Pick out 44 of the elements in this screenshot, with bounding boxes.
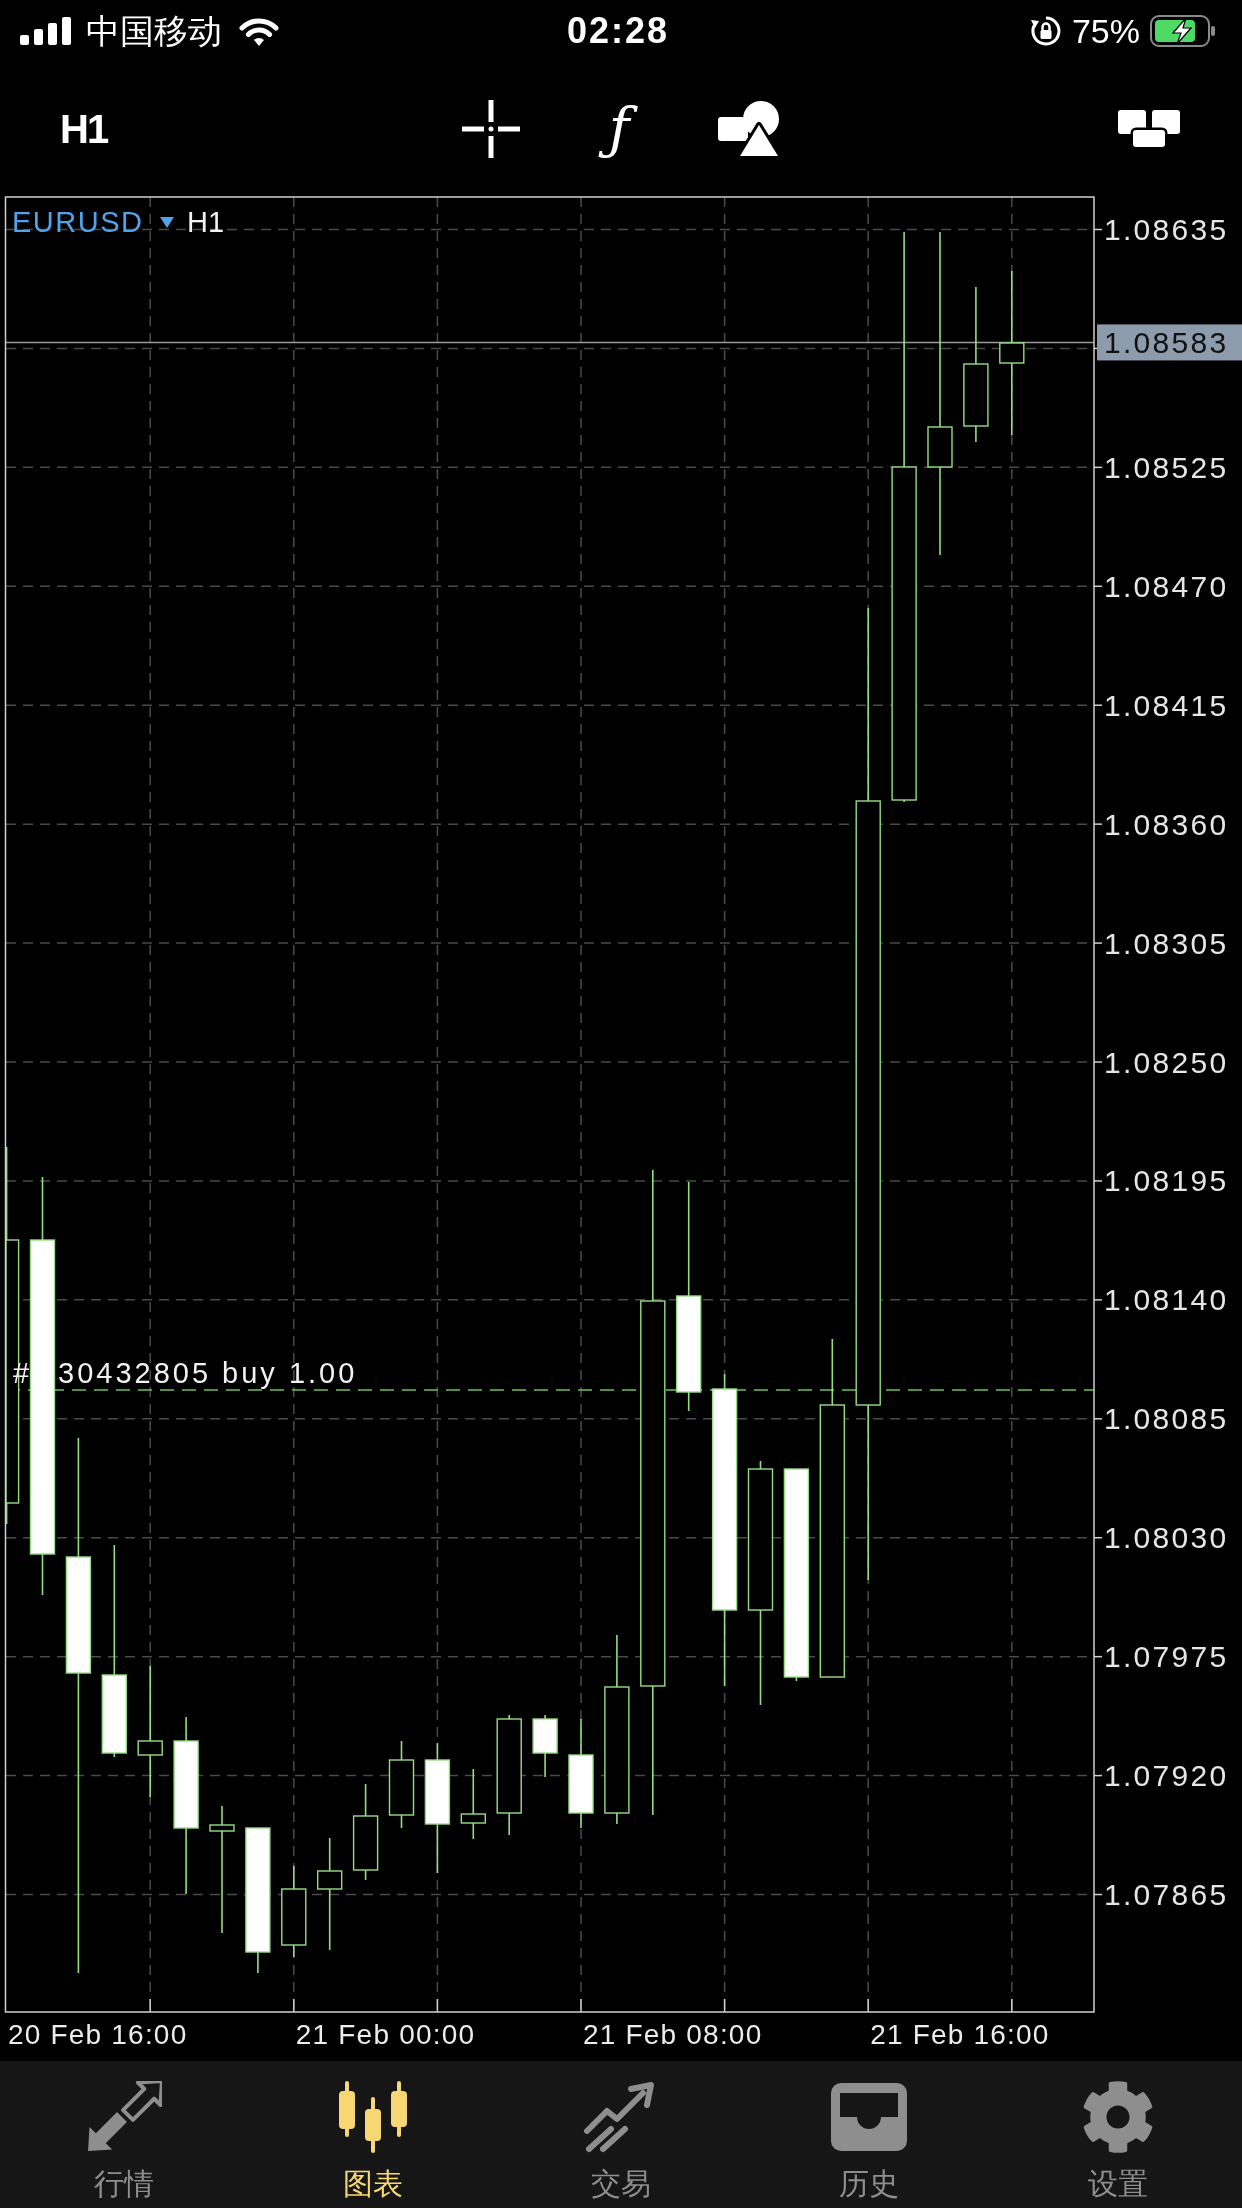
symbol-label[interactable]: EURUSD: [12, 206, 144, 238]
time-label: 21 Feb 16:00: [870, 2018, 1050, 2050]
candle: [460, 1768, 486, 1840]
price-label: 1.07975: [1104, 1640, 1229, 1674]
nav-tab[interactable]: 图表: [334, 2081, 411, 2201]
price-label: 1.08525: [1104, 450, 1229, 484]
price-label: 1.08415: [1104, 688, 1229, 722]
arrows-icon: [86, 2081, 163, 2153]
crosshair-icon[interactable]: [462, 99, 520, 158]
price-label: 1.08360: [1104, 807, 1229, 841]
price-label: 1.08250: [1104, 1045, 1229, 1079]
indicators-button[interactable]: ƒ: [597, 98, 641, 159]
wifi-icon: [237, 15, 281, 47]
price-label: 1.08635: [1104, 213, 1229, 246]
shapes-icon[interactable]: [718, 99, 780, 158]
time-label: 21 Feb 08:00: [583, 2018, 763, 2050]
nav-tab[interactable]: 交易: [583, 2081, 659, 2201]
signal-icon: [20, 17, 71, 45]
nav-tab[interactable]: 历史: [831, 2081, 908, 2201]
window-layout-icon[interactable]: [1118, 109, 1180, 148]
battery-charging-icon: [1150, 15, 1216, 47]
status-time: 02:28: [566, 11, 670, 51]
inbox-icon: [831, 2083, 908, 2151]
battery-percent: 75%: [1071, 11, 1140, 51]
time-label: 21 Feb 00:00: [295, 2018, 476, 2050]
price-label: 1.07865: [1104, 1878, 1229, 1911]
carrier-name: 中国移动: [86, 11, 222, 51]
nav-tab[interactable]: 设置: [1080, 2081, 1155, 2201]
price-label: 1.08085: [1104, 1402, 1229, 1436]
price-label: 1.07920: [1104, 1759, 1229, 1793]
price-label: 1.08305: [1104, 926, 1229, 960]
rotation-lock-icon: [1029, 15, 1062, 47]
price-label: 1.08195: [1104, 1164, 1229, 1198]
order-label: 30432805 buy 1.00: [58, 1357, 358, 1389]
price-label: 1.08030: [1104, 1521, 1229, 1555]
caret-icon[interactable]: [160, 217, 174, 228]
price-label: 1.08140: [1104, 1283, 1229, 1317]
timeframe-button[interactable]: H1: [60, 106, 108, 151]
candle: [532, 1714, 558, 1778]
price-label: 1.08470: [1104, 569, 1229, 603]
timeframe-label: H1: [187, 206, 225, 238]
time-label: 20 Feb 16:00: [8, 2018, 188, 2050]
nav-tab[interactable]: 行情: [86, 2081, 163, 2201]
current-price-tag: 1.08583: [1097, 324, 1242, 361]
